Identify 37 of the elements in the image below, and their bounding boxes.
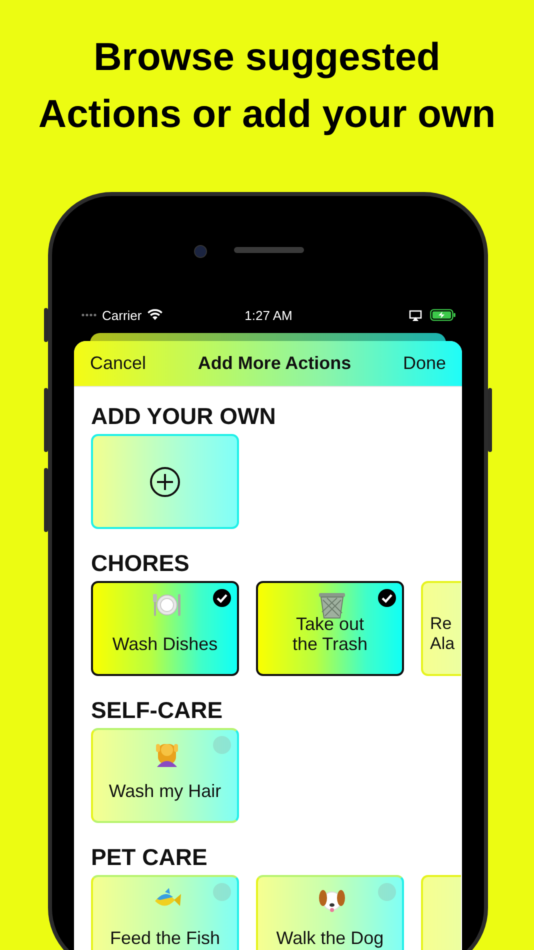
action-card[interactable]: Feed the Fish (91, 875, 239, 950)
status-time: 1:27 AM (244, 308, 292, 322)
camera-icon (194, 245, 207, 258)
action-card[interactable]: Wash Dishes (91, 581, 239, 676)
speaker-grille (234, 247, 304, 253)
add-icon (149, 466, 181, 498)
unchecked-circle-icon (213, 883, 231, 901)
section-title: CHORES (91, 550, 190, 576)
action-label: Wash Dishes (112, 634, 218, 654)
signal-icon (81, 313, 97, 317)
wifi-icon (146, 309, 163, 321)
headline: Actions or add your own (38, 92, 496, 138)
airplay-icon (408, 310, 422, 320)
action-card[interactable]: Walk the Dog (256, 875, 404, 950)
checkmark-icon (378, 589, 396, 607)
sheet-title: Add More Actions (198, 353, 352, 374)
action-card[interactable] (421, 875, 461, 950)
unchecked-circle-icon (213, 736, 231, 754)
section-title: PET CARE (91, 844, 208, 870)
action-label: Wash my Hair (108, 781, 222, 801)
action-label: Feed the Fish (110, 928, 220, 948)
battery-icon (430, 309, 456, 321)
action-card[interactable]: Re Ala (421, 581, 461, 676)
done-button[interactable]: Done (402, 353, 446, 374)
cancel-button[interactable]: Cancel (90, 353, 146, 374)
section-title: ADD YOUR OWN (91, 403, 277, 429)
unchecked-circle-icon (378, 883, 396, 901)
action-label: Walk the Dog (276, 928, 384, 948)
carrier-label: Carrier (102, 308, 142, 322)
action-card[interactable]: Take out the Trash (256, 581, 404, 676)
section-title: SELF-CARE (91, 697, 224, 723)
action-card[interactable]: Wash my Hair (91, 728, 239, 823)
action-label: Take out the Trash (292, 614, 368, 654)
headline: Browse suggested (94, 35, 440, 81)
add-action-button[interactable] (91, 434, 239, 529)
action-label: Re Ala (430, 614, 455, 654)
checkmark-icon (213, 589, 231, 607)
